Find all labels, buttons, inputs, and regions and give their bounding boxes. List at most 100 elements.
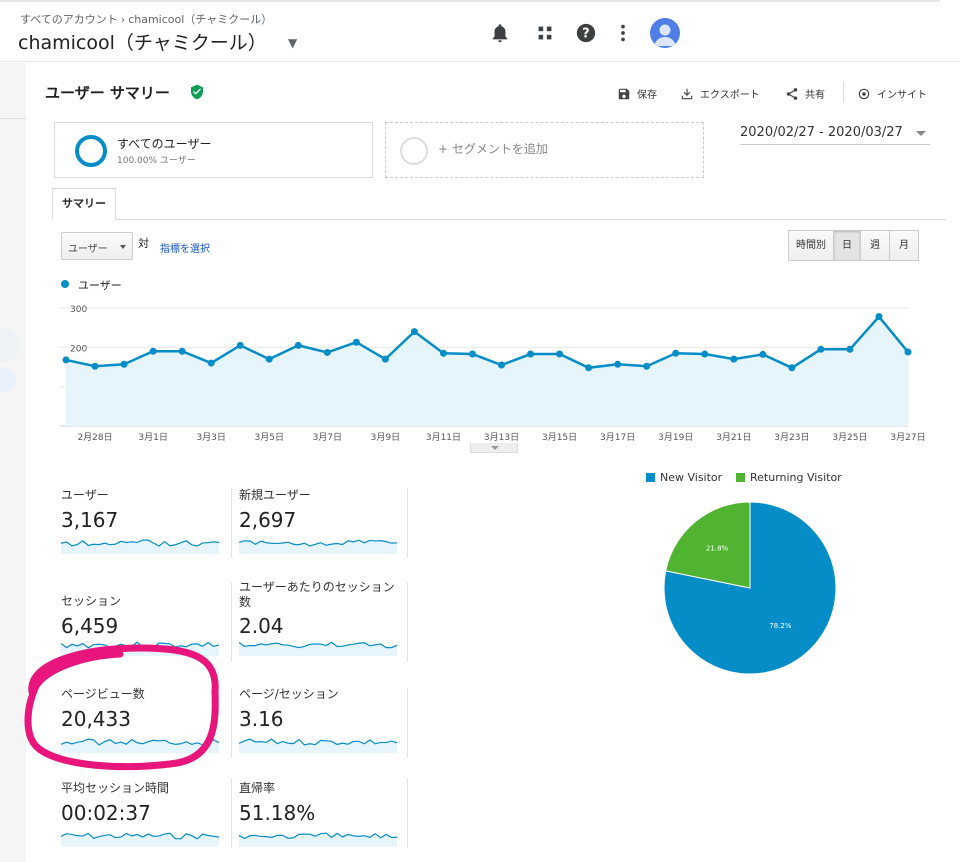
date-range-picker[interactable]: 2020/02/27 - 2020/03/27 [740, 123, 930, 145]
segment-all-users[interactable]: すべてのユーザー 100.00% ユーザー [54, 122, 373, 178]
chevron-down-icon [120, 245, 126, 249]
metric-sparkline [239, 738, 397, 753]
metric-card-users[interactable]: ユーザー 3,167 [61, 488, 221, 558]
data-point[interactable] [527, 350, 535, 358]
select-metric-link[interactable]: 指標を選択 [160, 240, 210, 255]
insights-button[interactable]: インサイト [857, 86, 927, 101]
x-tick-label: 3月15日 [542, 432, 577, 443]
metric-select-value: ユーザー [68, 244, 108, 255]
data-point[interactable] [904, 348, 912, 356]
x-tick-label: 3月1日 [138, 432, 167, 443]
data-point[interactable] [556, 350, 564, 358]
data-point[interactable] [730, 355, 738, 363]
metric-card-new-users[interactable]: 新規ユーザー 2,697 [239, 488, 399, 558]
granularity-toggle: 時間別 日 週 月 [788, 230, 919, 261]
metric-card-sessions-per-user[interactable]: ユーザーあたりのセッション数 2.04 [239, 580, 399, 664]
chart-collapse-toggle[interactable] [470, 443, 518, 453]
more-vert-icon[interactable] [612, 22, 634, 44]
data-point[interactable] [352, 338, 360, 346]
add-segment-button[interactable]: + セグメントを追加 [385, 122, 704, 178]
data-point[interactable] [120, 360, 128, 368]
metric-label: ユーザーあたりのセッション数 [239, 580, 395, 609]
data-point[interactable] [265, 355, 273, 363]
data-point[interactable] [875, 313, 883, 321]
series-legend-dot [61, 280, 69, 288]
x-tick-label: 3月21日 [716, 432, 751, 443]
data-point[interactable] [323, 348, 331, 356]
help-icon[interactable]: ? [575, 22, 597, 44]
data-point[interactable] [672, 349, 680, 357]
breadcrumb[interactable]: すべてのアカウント › chamicool（チャミクール） [20, 11, 272, 27]
pie-legend-new[interactable]: New Visitor [646, 471, 722, 484]
data-point[interactable] [817, 345, 825, 353]
data-point[interactable] [62, 356, 70, 364]
pie-legend-returning[interactable]: Returning Visitor [736, 471, 842, 484]
insights-icon [858, 88, 870, 99]
data-point[interactable] [614, 360, 622, 368]
data-point[interactable] [149, 347, 157, 355]
data-point[interactable] [498, 361, 506, 369]
metric-value: 00:02:37 [61, 801, 151, 825]
apps-grid-icon[interactable] [534, 22, 556, 44]
share-label: 共有 [805, 90, 825, 101]
data-point[interactable] [91, 362, 99, 370]
segment-color-icon [75, 135, 107, 167]
metric-card-bounce-rate[interactable]: 直帰率 51.18% [239, 781, 399, 851]
data-point[interactable] [585, 364, 593, 372]
metric-label: セッション [61, 594, 122, 608]
data-point[interactable] [178, 347, 186, 355]
x-tick-label: 3月19日 [658, 432, 693, 443]
x-tick-label: 3月7日 [313, 432, 342, 443]
account-dropdown-icon[interactable]: ▼ [288, 36, 297, 50]
breadcrumb-account[interactable]: chamicool（チャミクール） [128, 13, 272, 26]
breadcrumb-root[interactable]: すべてのアカウント [20, 13, 118, 26]
highlight-annotation [24, 644, 219, 771]
export-button[interactable]: エクスポート [680, 86, 760, 101]
data-point[interactable] [701, 350, 709, 358]
data-point[interactable] [643, 362, 651, 370]
data-point[interactable] [759, 350, 767, 358]
segment-name: すべてのユーザー [117, 137, 212, 151]
tab-summary[interactable]: サマリー [52, 188, 116, 220]
granularity-month-button[interactable]: 月 [889, 230, 919, 261]
data-point[interactable] [207, 359, 215, 367]
breadcrumb-separator: › [120, 13, 126, 26]
data-point[interactable] [294, 341, 302, 349]
metric-select[interactable]: ユーザー [61, 232, 133, 260]
share-button[interactable]: 共有 [785, 86, 825, 101]
data-point[interactable] [846, 345, 854, 353]
x-tick-label: 3月3日 [196, 432, 225, 443]
metric-sparkline [61, 832, 219, 847]
metric-label: ユーザー [61, 488, 109, 502]
granularity-hourly-button[interactable]: 時間別 [788, 230, 834, 261]
account-title[interactable]: chamicool（チャミクール） [18, 28, 267, 55]
granularity-day-button[interactable]: 日 [833, 230, 861, 261]
x-tick-label: 3月5日 [255, 432, 284, 443]
avatar[interactable] [650, 18, 680, 48]
data-point[interactable] [468, 350, 476, 358]
visitor-type-pie-chart[interactable]: 78.2% 21.8% [660, 498, 840, 678]
bell-icon[interactable] [489, 22, 511, 44]
y-tick-label: 200 [70, 344, 87, 354]
users-line-chart[interactable]: 3002001002月28日3月1日3月3日3月5日3月7日3月9日3月11日3… [60, 298, 928, 448]
granularity-week-button[interactable]: 週 [860, 230, 890, 261]
data-point[interactable] [236, 341, 244, 349]
data-point[interactable] [439, 349, 447, 357]
metric-card-pages-per-session[interactable]: ページ/セッション 3.16 [239, 687, 399, 757]
metric-value: 3,167 [61, 508, 119, 532]
legend-swatch [646, 473, 655, 482]
save-button[interactable]: 保存 [617, 86, 657, 101]
metric-label: ページ/セッション [239, 687, 339, 701]
data-point[interactable] [788, 364, 796, 372]
series-legend-label: ユーザー [78, 279, 122, 292]
pie-slice-label: 78.2% [769, 622, 792, 630]
export-label: エクスポート [700, 90, 760, 101]
x-tick-label: 3月25日 [832, 432, 867, 443]
top-divider [0, 0, 940, 2]
user-avatar-icon [654, 24, 676, 46]
actions-divider [843, 82, 844, 102]
data-point[interactable] [410, 328, 418, 336]
data-point[interactable] [381, 355, 389, 363]
metric-card-avg-session-duration[interactable]: 平均セッション時間 00:02:37 [61, 781, 221, 851]
metric-sparkline [239, 539, 397, 554]
